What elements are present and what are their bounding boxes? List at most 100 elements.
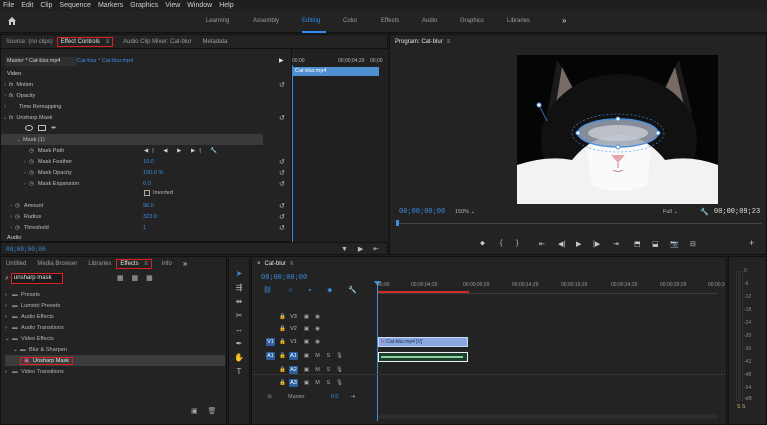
stopwatch-icon[interactable]: ◷ — [15, 203, 20, 209]
effect-motion[interactable]: › fx Motion ↺ — [1, 79, 288, 90]
mask-feather-value[interactable]: 10.0 — [143, 159, 154, 165]
mask-feather-row[interactable]: › ◷ Mask Feather 10.0 ↺ — [1, 156, 288, 167]
solo-right-button[interactable]: S — [742, 404, 745, 410]
quality-select[interactable]: Full ⌄ — [663, 209, 678, 215]
ellipse-mask-icon[interactable] — [25, 125, 33, 131]
mark-in-icon[interactable]: { — [500, 240, 502, 247]
tab-metadata[interactable]: Metadata — [202, 39, 227, 45]
master-settings-icon[interactable]: ⊙ — [265, 393, 274, 401]
lock-icon[interactable]: 🔒 — [278, 313, 287, 321]
effect-opacity[interactable]: › fx Opacity — [1, 90, 288, 101]
menu-sequence[interactable]: Sequence — [59, 2, 91, 9]
effect-time-remapping[interactable]: › Time Remapping — [1, 101, 288, 112]
accelerated-filter-icons[interactable]: ▦ ▦ ▦ — [117, 274, 156, 282]
lift-icon[interactable]: ⬒ — [634, 240, 641, 248]
panel-menu-icon[interactable]: ≡ — [144, 261, 148, 267]
pen-tool-icon[interactable]: ✒ — [233, 338, 245, 349]
lock-icon[interactable]: 🔒 — [278, 366, 287, 374]
panel-menu-icon[interactable]: ≡ — [447, 39, 451, 45]
tab-info[interactable]: Info — [162, 261, 172, 267]
menu-window[interactable]: Window — [187, 2, 212, 9]
pen-mask-icon[interactable]: ✒ — [51, 124, 57, 132]
panel-menu-icon[interactable]: ≡ — [106, 39, 110, 45]
workspace-tab-color[interactable]: Color — [343, 18, 357, 24]
reset-icon[interactable]: ↺ — [279, 81, 285, 89]
microphone-icon[interactable]: 🎙 — [335, 366, 344, 374]
lock-icon[interactable]: 🔒 — [278, 352, 287, 360]
selection-tool-icon[interactable]: ➤ — [233, 268, 245, 279]
tab-media-browser[interactable]: Media Browser — [37, 261, 77, 267]
tab-source[interactable]: Source: (no clips) — [6, 39, 53, 45]
solo-button[interactable]: S — [324, 352, 333, 360]
sync-lock-icon[interactable]: ▣ — [302, 352, 311, 360]
razor-tool-icon[interactable]: ✂ — [233, 310, 245, 321]
radius-row[interactable]: › ◷ Radius 323.0 ↺ — [1, 211, 288, 222]
mask-expansion-row[interactable]: › ◷ Mask Expansion 0.0 ↺ — [1, 178, 288, 189]
mask-opacity-value[interactable]: 100.0 % — [143, 170, 164, 176]
stopwatch-icon[interactable]: ◷ — [29, 181, 34, 187]
comparison-view-icon[interactable]: ⊟ — [690, 240, 696, 248]
program-playhead[interactable] — [396, 220, 399, 226]
track-label[interactable]: V3 — [289, 313, 298, 321]
type-tool-icon[interactable]: T — [233, 366, 245, 377]
microphone-icon[interactable]: 🎙 — [335, 379, 344, 387]
source-patch-a1[interactable]: A1 — [266, 352, 275, 360]
reset-icon[interactable]: ↺ — [279, 224, 285, 232]
clip-selector[interactable]: Cat-blur * Cat-blur.mp4 — [75, 57, 147, 66]
mask-opacity-row[interactable]: › ◷ Mask Opacity 100.0 % ↺ — [1, 167, 288, 178]
radius-value[interactable]: 323.0 — [143, 214, 157, 220]
tab-untitled[interactable]: Untitled — [6, 261, 26, 267]
ec-clip-bar[interactable]: Cat-blur.mp4 — [292, 67, 379, 76]
workspace-tab-editing[interactable]: Editing — [302, 18, 320, 24]
more-tabs-icon[interactable]: » — [183, 259, 187, 268]
go-to-end-icon[interactable]: ⇥ — [350, 394, 355, 400]
timeline-timecode[interactable]: 00;00;00;00 — [261, 274, 307, 282]
hand-tool-icon[interactable]: ✋ — [233, 352, 245, 363]
workspace-more-button[interactable]: » — [562, 16, 566, 25]
mark-out-icon[interactable]: } — [516, 240, 518, 247]
track-label[interactable]: A1 — [289, 352, 298, 360]
sync-lock-icon[interactable]: ▣ — [302, 313, 311, 321]
mute-button[interactable]: M — [313, 352, 322, 360]
solo-button[interactable]: S — [324, 379, 333, 387]
play-triangle-icon[interactable]: ▶ — [279, 57, 284, 64]
workspace-tab-effects[interactable]: Effects — [381, 18, 399, 24]
add-button-icon[interactable]: + — [749, 238, 754, 248]
menu-markers[interactable]: Markers — [98, 2, 123, 9]
ripple-edit-tool-icon[interactable]: ⇹ — [233, 296, 245, 307]
stopwatch-icon[interactable]: ◷ — [29, 159, 34, 165]
timeline-toolbar-icons[interactable]: ⛓ ∩ ▪ ⬥ 🔧 — [263, 286, 364, 295]
settings-wrench-icon[interactable]: 🔧 — [700, 208, 709, 216]
source-patch-v1[interactable]: V1 — [266, 338, 275, 346]
tab-libraries[interactable]: Libraries — [88, 261, 111, 267]
extract-icon[interactable]: ⬓ — [652, 240, 659, 248]
program-title[interactable]: Program: Cat-blur — [395, 39, 443, 45]
video-frame[interactable] — [517, 55, 718, 204]
tab-effects[interactable]: Effects ≡ — [116, 258, 152, 269]
menu-file[interactable]: File — [3, 2, 14, 9]
solo-left-button[interactable]: S — [737, 404, 740, 410]
sync-lock-icon[interactable]: ▣ — [302, 379, 311, 387]
menu-view[interactable]: View — [165, 2, 180, 9]
tree-item-unsharp-mask[interactable]: ▣ Unsharp Mask — [5, 355, 225, 366]
go-to-out-icon[interactable]: ⇥ — [613, 240, 619, 248]
reset-icon[interactable]: ↺ — [279, 114, 285, 122]
zoom-select[interactable]: 150% ⌄ — [455, 209, 475, 215]
mask-path-row[interactable]: ◷ Mask Path ◀| ◀ ▶ ▶| 🔧 — [1, 145, 288, 156]
sync-lock-icon[interactable]: ▣ — [302, 366, 311, 374]
tree-item-lumetri-presets[interactable]: › ▬ Lumetri Presets — [5, 300, 225, 311]
threshold-value[interactable]: 1 — [143, 225, 146, 231]
step-back-icon[interactable]: ◀| — [558, 240, 565, 248]
add-marker-icon[interactable]: ⬥ — [480, 240, 485, 248]
play-button[interactable]: ▶ — [576, 240, 581, 248]
track-label[interactable]: V2 — [289, 325, 298, 333]
effects-footer-icons[interactable]: ▣ 🗑 — [191, 407, 220, 415]
workspace-tab-graphics[interactable]: Graphics — [460, 18, 484, 24]
stopwatch-icon[interactable]: ◷ — [29, 148, 34, 154]
sync-lock-icon[interactable]: ▣ — [302, 325, 311, 333]
home-icon[interactable] — [7, 16, 17, 26]
menu-clip[interactable]: Clip — [40, 2, 52, 9]
time-ruler[interactable] — [378, 293, 718, 294]
inverted-checkbox[interactable] — [144, 190, 150, 196]
tree-item-video-effects[interactable]: ⌄ ▬ Video Effects — [5, 333, 225, 344]
